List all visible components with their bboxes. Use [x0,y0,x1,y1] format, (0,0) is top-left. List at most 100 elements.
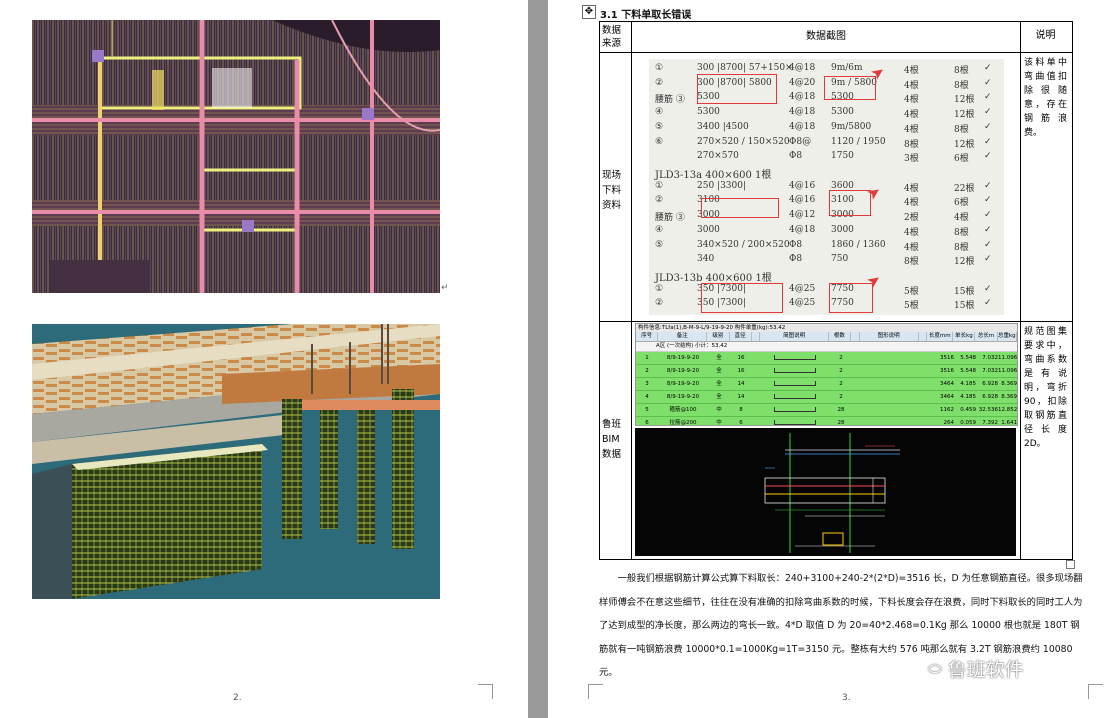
bim-cell [752,404,760,416]
bim-group-row: A区 (一次结构) 小计：53.42 [636,342,1017,352]
handwritten-text: 1120 / 1950 [831,136,886,147]
comparison-table: 数据来源 数据截图 说明 现场下料资料 ① 300 |8700| 57+150× 4… [599,21,1073,560]
bim-cell: 8/9-19-9-20 [666,394,700,400]
check-mark-icon: ✓ [984,107,992,118]
handwritten-text: 3000 [831,224,854,235]
check-mark-icon: ✓ [984,121,992,132]
bim-cell: 6 [739,420,743,426]
bim-cell: 14 [737,394,745,400]
handwritten-text: 9m/5800 [831,121,872,132]
handwritten-text: 340 [697,254,715,265]
table-move-handle[interactable]: ✥ [582,5,596,19]
handwritten-text: 6根 [954,154,969,165]
rebar-model-graphic-top [32,20,440,293]
bim-cell: 3464 [940,381,954,387]
section-title: 3.1 下料单取长错误 [600,10,692,21]
bim-column-header[interactable]: 总重kg [998,332,1017,341]
bim-column-header[interactable]: 级别 [707,332,730,341]
bim-column-header[interactable]: 图形说明 [860,332,919,341]
bim-cell [920,378,928,390]
bim-cell: 28 [837,407,845,413]
bim-cell [852,365,860,377]
bim-cell: 264 [943,420,955,426]
bim-column-header[interactable]: 单长kg [953,332,976,341]
bim-table-row[interactable]: 1 8/9-19-9-20 全 16 2 3516 5.548 7.032 11.096 [636,352,1017,365]
handwritten-text: 1860 / 1360 [831,239,886,250]
bim-column-header[interactable]: 直径mm [730,332,752,341]
bim-cell: 6.928 [982,394,998,400]
bim-cell: 5.548 [960,368,976,374]
bim-cell: 7.032 [982,355,998,361]
bim-column-header[interactable]: 根数 [829,332,852,341]
handwritten-text: 4@16 [789,195,816,206]
bim-cell: 5 [645,407,649,413]
handwritten-text: ⑤ [655,239,664,250]
bim-column-header[interactable] [919,332,928,341]
bim-cell: 16 [737,368,745,374]
bim-cell [920,365,928,377]
handwritten-text: 270×570 [697,151,739,162]
bim-cell [752,417,760,425]
bim-cell: 0.459 [960,407,976,413]
handwritten-text: 3000 [697,224,720,235]
bim-cell [852,352,860,364]
handwritten-text: 750 [831,254,849,265]
header-screenshot: 数据截图 [632,22,1021,52]
bim-cell: 8 [739,407,743,413]
bim-table-row[interactable]: 4 8/9-19-9-20 全 14 2 3464 4.185 6.928 8.369 [636,391,1017,404]
bim-cell: 7.392 [982,420,998,426]
bim-table-row[interactable]: 3 8/9-19-9-20 全 14 2 3464 4.185 6.928 8.369 [636,378,1017,391]
handwritten-text: ⑤ [655,121,664,132]
bim-cell: 4 [645,394,649,400]
header-note: 说明 [1035,30,1056,41]
bim-rebar-shape-sketch [760,391,830,403]
paragraph-mark: ↵ [441,283,449,293]
table-row-bim: 鲁班BIM数据 构件信息:TLfa(1),B-M-9-L/9-19-9-20 构… [600,322,1072,559]
highlight-box-1 [697,74,777,104]
handwritten-text: ① [655,283,664,294]
watermark: ⬭ 鲁班软件 [928,655,1024,682]
bim-column-header[interactable]: 长度mm [927,332,954,341]
bim-column-header[interactable]: 备注 [658,332,708,341]
bim-cell: 3516 [940,368,954,374]
bim-cell [752,352,760,364]
bim-table-row[interactable]: 5 箍筋@100 中 8 28 1162 0.459 32.536 12.852 [636,404,1017,417]
bim-rebar-table: 构件信息:TLfa(1),B-M-9-L/9-19-9-20 构件单重(kg):… [635,323,1018,426]
bim-table-row[interactable]: 2 8/9-19-9-20 全 16 2 3516 5.548 7.032 11.096 [636,365,1017,378]
check-mark-icon: ✓ [984,92,992,103]
crop-mark-bottom-left [588,684,603,699]
bim-column-header[interactable] [851,332,860,341]
handwritten-text: 4根 [904,242,919,253]
handwritten-text: ② [655,77,664,88]
bim-column-header[interactable] [752,332,761,341]
handwritten-text: Φ8@ [789,136,812,147]
handwritten-text: 腰筋 ③ [655,95,685,106]
handwritten-text: 5300 [697,107,720,118]
handwritten-text: 250 |3300| [697,180,747,191]
row-site-source: 现场下料资料 [600,53,632,321]
wechat-icon: ⬭ [928,658,942,678]
check-mark-icon: ✓ [984,180,992,191]
bim-cell: 32.536 [978,407,998,413]
handwritten-text: ① [655,63,664,73]
watermark-text: 鲁班软件 [947,659,1024,681]
bim-cell: 全 [716,368,722,374]
handwritten-text: 8根 [904,139,919,150]
bim-column-header[interactable]: 总长m [975,332,998,341]
handwritten-text: 8根 [954,80,969,91]
check-mark-icon: ✓ [984,224,992,235]
bim-cell: 2 [839,355,843,361]
document-page-left: ↵ 2. [0,0,528,718]
page-number-left: 2. [233,693,242,703]
rebar-model-render-bottom [32,324,440,599]
table-row-site: 现场下料资料 ① 300 |8700| 57+150× 4@18 9m/6m 4根 8根 ✓… [600,53,1072,322]
handwritten-text: 15根 [954,286,975,297]
row-bim-screenshot-cell: 构件信息:TLfa(1),B-M-9-L/9-19-9-20 构件单重(kg):… [632,322,1021,559]
bim-column-header[interactable]: 序号 [636,332,659,341]
bim-cell: 8.369 [1001,381,1017,387]
handwritten-text: 4根 [904,80,919,91]
check-mark-icon: ✓ [984,136,992,147]
bim-table-row[interactable]: 6 拉筋@200 中 6 28 264 0.059 7.392 1.641 [636,417,1017,426]
bim-column-header[interactable]: 简图说明 [760,332,829,341]
bim-cell: 3464 [940,394,954,400]
